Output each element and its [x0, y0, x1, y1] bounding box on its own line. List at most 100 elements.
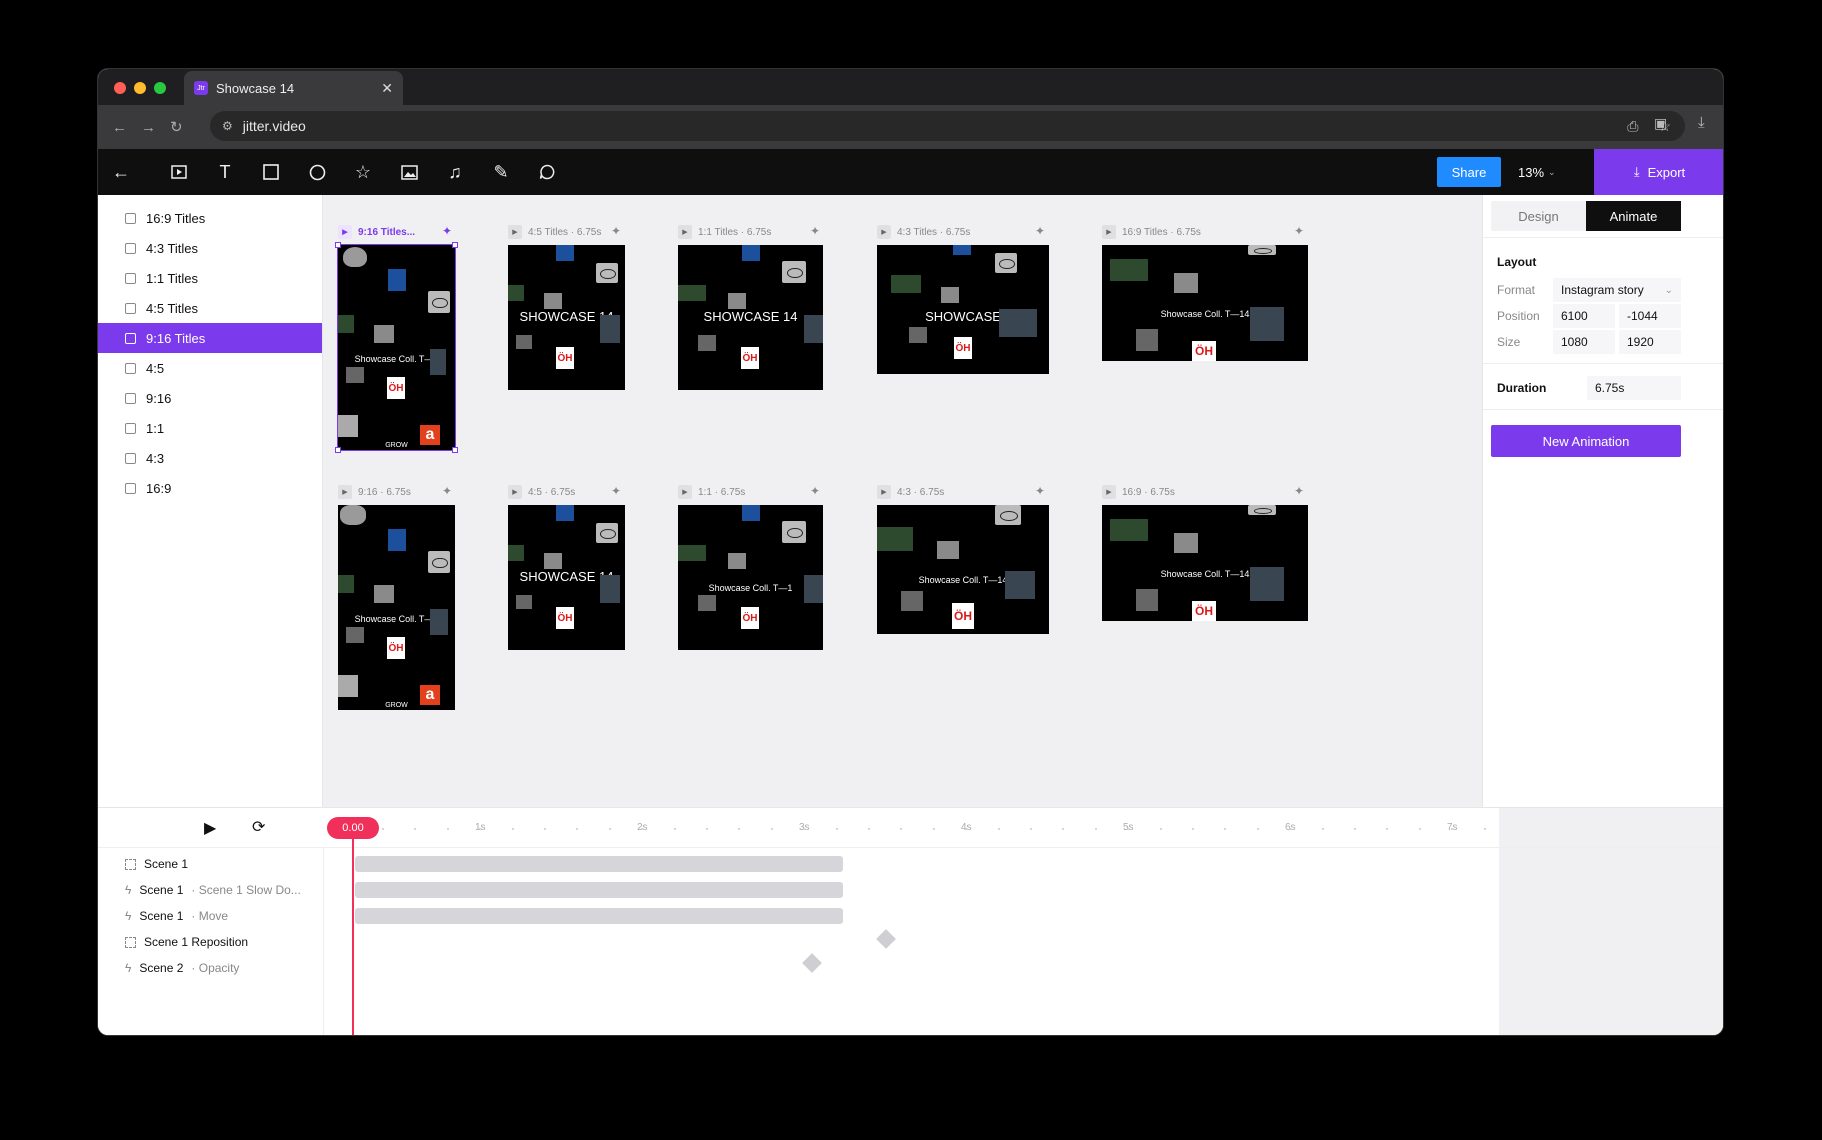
- play-button-icon[interactable]: ▶: [204, 818, 216, 838]
- rectangle-tool-icon[interactable]: [260, 161, 282, 183]
- resize-handle[interactable]: [335, 447, 341, 453]
- maximize-window-button[interactable]: [154, 82, 166, 94]
- frame-4-5[interactable]: SHOWCASE 14 ÖH: [508, 505, 625, 650]
- frame-label[interactable]: ▶ 4:3 · 6.75s: [877, 485, 944, 499]
- zoom-dropdown[interactable]: 13% ⌄: [1518, 157, 1578, 187]
- text-tool-icon[interactable]: T: [214, 161, 236, 183]
- frame-label[interactable]: ▶ 4:5 Titles · 6.75s: [508, 225, 601, 239]
- frame-9-16[interactable]: Showcase Coll. T—1 ÖH a GROW: [338, 505, 455, 710]
- resize-handle[interactable]: [452, 242, 458, 248]
- sparkle-icon[interactable]: ✦: [1035, 224, 1045, 238]
- layer-item[interactable]: 4:5: [98, 353, 322, 383]
- play-icon[interactable]: ▶: [1102, 225, 1116, 239]
- frame-16-9[interactable]: Showcase Coll. T—14 ÖH: [1102, 505, 1308, 621]
- sparkle-icon[interactable]: ✦: [442, 224, 452, 238]
- close-tab-icon[interactable]: ✕: [381, 80, 393, 97]
- track-row[interactable]: Scene 1: [98, 851, 323, 877]
- sparkle-icon[interactable]: ✦: [1294, 224, 1304, 238]
- sparkle-icon[interactable]: ✦: [1294, 484, 1304, 498]
- sparkle-icon[interactable]: ✦: [442, 484, 452, 498]
- frame-label[interactable]: ▶ 9:16 · 6.75s: [338, 485, 411, 499]
- layer-item[interactable]: 9:16: [98, 383, 322, 413]
- layer-item[interactable]: 16:9 Titles: [98, 203, 322, 233]
- star-tool-icon[interactable]: ☆: [352, 161, 374, 183]
- layer-item[interactable]: 1:1: [98, 413, 322, 443]
- play-icon[interactable]: ▶: [508, 485, 522, 499]
- frame-4-3-titles[interactable]: SHOWCASE ÖH: [877, 245, 1049, 374]
- frame-4-5-titles[interactable]: SHOWCASE 14 ÖH: [508, 245, 625, 390]
- frame-9-16-titles[interactable]: Showcase Coll. T—1 ÖH a GROW: [337, 244, 456, 451]
- play-icon[interactable]: ▶: [678, 485, 692, 499]
- frame-16-9-titles[interactable]: Showcase Coll. T—14 ÖH: [1102, 245, 1308, 361]
- animation-bar[interactable]: [355, 856, 843, 872]
- sparkle-icon[interactable]: ✦: [1035, 484, 1045, 498]
- keyframe-diamond[interactable]: [876, 929, 896, 949]
- tab-design[interactable]: Design: [1491, 201, 1586, 231]
- sparkle-icon[interactable]: ✦: [810, 224, 820, 238]
- reload-icon[interactable]: ↻: [170, 118, 183, 136]
- back-arrow-icon[interactable]: ←: [110, 161, 132, 183]
- track-row[interactable]: ϟ Scene 1 · Move: [98, 903, 323, 929]
- track-row[interactable]: ϟ Scene 1 · Scene 1 Slow Do...: [98, 877, 323, 903]
- frame-4-3[interactable]: Showcase Coll. T—14 ÖH: [877, 505, 1049, 634]
- frame-label[interactable]: ▶ 1:1 Titles · 6.75s: [678, 225, 771, 239]
- share-button[interactable]: Share: [1437, 157, 1501, 187]
- playhead-time[interactable]: 0.00: [327, 817, 379, 839]
- play-icon[interactable]: ▶: [877, 225, 891, 239]
- resize-handle[interactable]: [335, 242, 341, 248]
- export-button[interactable]: ⤓ Export: [1594, 149, 1723, 195]
- forward-icon[interactable]: →: [141, 119, 156, 136]
- position-y-input[interactable]: -1044: [1619, 304, 1681, 328]
- play-icon[interactable]: ▶: [1102, 485, 1116, 499]
- timeline-ruler[interactable]: ▶ ⟳ 1s 2s 3s 4s 5s 6s 7s 0.00: [98, 808, 1723, 848]
- track-row[interactable]: Scene 1 Reposition: [98, 929, 323, 955]
- frame-label[interactable]: ▶ 4:5 · 6.75s: [508, 485, 575, 499]
- frame-1-1[interactable]: Showcase Coll. T—1 ÖH: [678, 505, 823, 650]
- play-icon[interactable]: ▶: [508, 225, 522, 239]
- resize-handle[interactable]: [452, 447, 458, 453]
- position-x-input[interactable]: 6100: [1553, 304, 1615, 328]
- install-app-icon[interactable]: ⎙: [1627, 118, 1638, 135]
- frame-label[interactable]: ▶ 4:3 Titles · 6.75s: [877, 225, 970, 239]
- ellipse-tool-icon[interactable]: [306, 161, 328, 183]
- layer-item[interactable]: 4:3: [98, 443, 322, 473]
- sparkle-icon[interactable]: ✦: [611, 484, 621, 498]
- play-icon[interactable]: ▶: [338, 225, 352, 239]
- frame-tool-icon[interactable]: [168, 161, 190, 183]
- animation-bar[interactable]: [355, 908, 843, 924]
- frame-label[interactable]: ▶ 16:9 Titles · 6.75s: [1102, 225, 1201, 239]
- comment-tool-icon[interactable]: [536, 161, 558, 183]
- sparkle-icon[interactable]: ✦: [611, 224, 621, 238]
- layer-item[interactable]: 4:3 Titles: [98, 233, 322, 263]
- browser-tab[interactable]: Jtr Showcase 14 ✕: [184, 71, 403, 105]
- keyframe-diamond[interactable]: [802, 953, 822, 973]
- audio-tool-icon[interactable]: ♫: [444, 161, 466, 183]
- canvas[interactable]: ▶ 9:16 Titles... ✦ Showcase Coll. T—1 ÖH …: [323, 195, 1482, 807]
- loop-icon[interactable]: ⟳: [252, 817, 265, 837]
- duration-input[interactable]: 6.75s: [1587, 376, 1681, 400]
- layer-item[interactable]: 1:1 Titles: [98, 263, 322, 293]
- format-dropdown[interactable]: Instagram story ⌄: [1553, 278, 1681, 302]
- pen-tool-icon[interactable]: ✎: [490, 161, 512, 183]
- layer-item[interactable]: 4:5 Titles: [98, 293, 322, 323]
- close-window-button[interactable]: [114, 82, 126, 94]
- layer-item[interactable]: 16:9: [98, 473, 322, 503]
- play-icon[interactable]: ▶: [338, 485, 352, 499]
- frame-label[interactable]: ▶ 16:9 · 6.75s: [1102, 485, 1175, 499]
- layer-item-selected[interactable]: 9:16 Titles: [98, 323, 322, 353]
- play-icon[interactable]: ▶: [678, 225, 692, 239]
- track-row[interactable]: ϟ Scene 2 · Opacity: [98, 955, 323, 981]
- frame-1-1-titles[interactable]: SHOWCASE 14 ÖH: [678, 245, 823, 390]
- download-icon[interactable]: ⤓: [1698, 114, 1705, 131]
- tab-animate[interactable]: Animate: [1586, 201, 1681, 231]
- url-field[interactable]: ⚙ jitter.video ⎙ ☆: [210, 111, 1685, 141]
- frame-label[interactable]: ▶ 1:1 · 6.75s: [678, 485, 745, 499]
- sparkle-icon[interactable]: ✦: [810, 484, 820, 498]
- minimize-window-button[interactable]: [134, 82, 146, 94]
- new-animation-button[interactable]: New Animation: [1491, 425, 1681, 457]
- size-height-input[interactable]: 1920: [1619, 330, 1681, 354]
- image-tool-icon[interactable]: [398, 161, 420, 183]
- frame-label[interactable]: ▶ 9:16 Titles...: [338, 225, 415, 239]
- tab-search-icon[interactable]: ▣: [1654, 115, 1667, 132]
- site-settings-icon[interactable]: ⚙: [222, 119, 233, 133]
